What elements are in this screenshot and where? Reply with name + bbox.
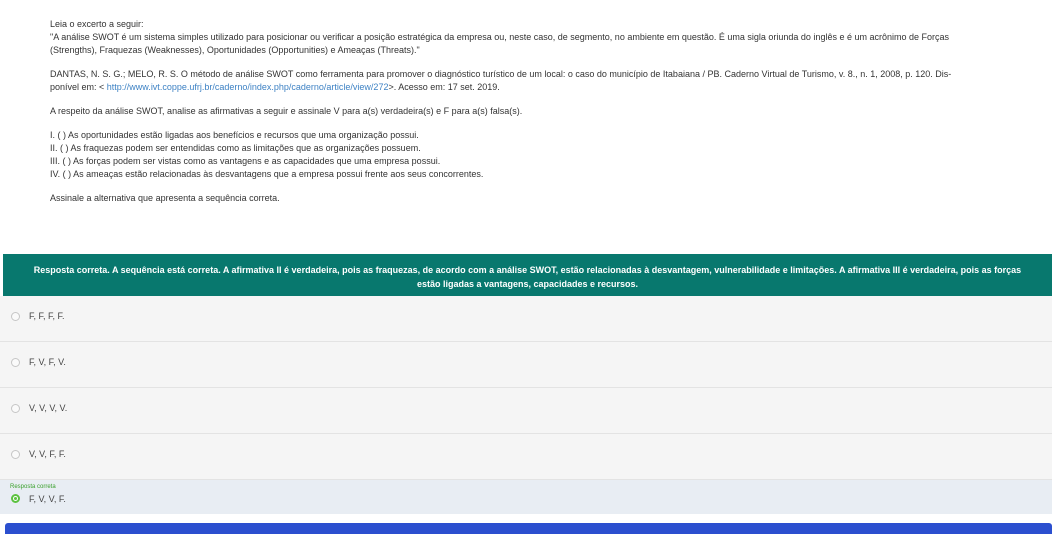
- bottom-action-bar[interactable]: [5, 523, 1052, 534]
- reference-line-1: DANTAS, N. S. G.; MELO, R. S. O método d…: [50, 69, 952, 79]
- statement-3: III. ( ) As forças podem ser vistas como…: [50, 156, 441, 166]
- radio-icon[interactable]: [11, 450, 20, 459]
- option-label: V, V, V, V.: [29, 403, 68, 413]
- feedback-banner: Resposta correta. A sequência está corre…: [3, 254, 1052, 296]
- question-intro: Leia o excerto a seguir:: [50, 19, 144, 29]
- question-prompt: A respeito da análise SWOT, analise as a…: [50, 106, 523, 116]
- reference-line-2: ponível em: < http://www.ivt.coppe.ufrj.…: [50, 81, 1050, 94]
- reference-link[interactable]: http://www.ivt.coppe.ufrj.br/caderno/ind…: [107, 82, 389, 92]
- option-d[interactable]: V, V, F, F.: [0, 434, 1052, 480]
- reference-suffix: >. Acesso em: 17 set. 2019.: [388, 82, 500, 92]
- reference-prefix: ponível em: <: [50, 82, 107, 92]
- quote-line-2: (Strengths), Fraquezas (Weaknesses), Opo…: [50, 45, 420, 55]
- option-label: F, V, V, F.: [29, 494, 66, 504]
- question-instruction: Assinale a alternativa que apresenta a s…: [50, 193, 280, 203]
- option-label: F, V, F, V.: [29, 357, 66, 367]
- feedback-line-1: Resposta correta. A sequência está corre…: [33, 265, 1022, 275]
- statement-1: I. ( ) As oportunidades estão ligadas ao…: [50, 130, 419, 140]
- quote-line-1: "A análise SWOT é um sistema simples uti…: [50, 32, 949, 42]
- option-c[interactable]: V, V, V, V.: [0, 388, 1052, 434]
- answer-options: F, F, F, F. F, V, F, V. V, V, V, V. V, V…: [0, 296, 1052, 514]
- radio-icon[interactable]: [11, 358, 20, 367]
- feedback-line-2: estão ligadas a vantagens, capacidades e…: [416, 279, 639, 289]
- option-a[interactable]: F, F, F, F.: [0, 296, 1052, 342]
- radio-icon[interactable]: [11, 404, 20, 413]
- option-label: V, V, F, F.: [29, 449, 66, 459]
- option-e-correct[interactable]: Resposta correta F, V, V, F.: [0, 480, 1052, 514]
- option-b[interactable]: F, V, F, V.: [0, 342, 1052, 388]
- radio-icon[interactable]: [11, 312, 20, 321]
- question-text: Leia o excerto a seguir: "A análise SWOT…: [50, 18, 1050, 205]
- option-label: F, F, F, F.: [29, 311, 65, 321]
- statement-4: IV. ( ) As ameaças estão relacionadas às…: [50, 169, 484, 179]
- radio-selected-icon[interactable]: [11, 494, 20, 503]
- statement-2: II. ( ) As fraquezas podem ser entendida…: [50, 143, 421, 153]
- correct-answer-tag: Resposta correta: [10, 484, 56, 490]
